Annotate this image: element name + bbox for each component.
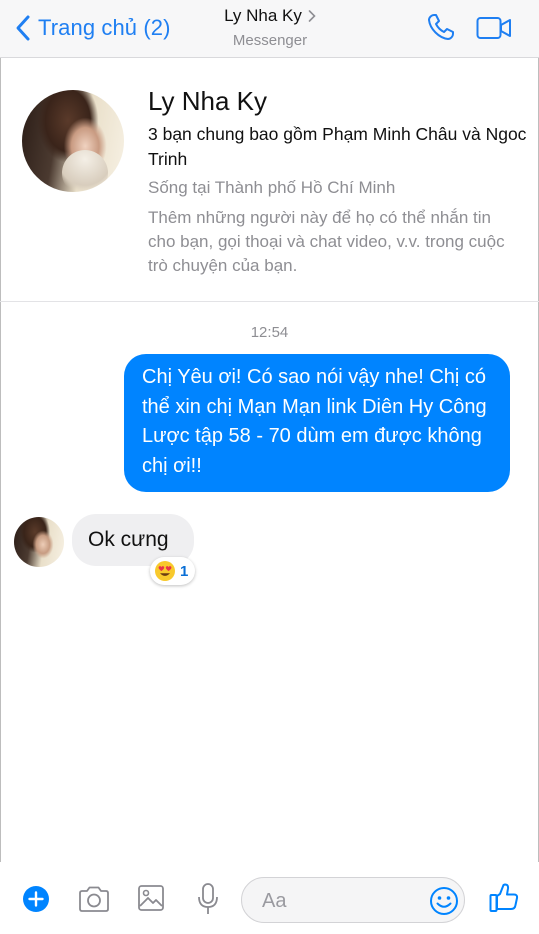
- mutual-friends-text: 3 bạn chung bao gồm Phạm Minh Châu và Ng…: [148, 124, 527, 169]
- message-timestamp: 12:54: [250, 324, 289, 341]
- incoming-message-text: Ok cưng: [88, 528, 169, 551]
- microphone-icon[interactable]: [196, 882, 220, 916]
- profile-name: Ly Nha Ky: [148, 86, 267, 116]
- camera-icon[interactable]: [77, 885, 111, 913]
- like-icon[interactable]: [488, 882, 520, 914]
- phone-icon[interactable]: [426, 12, 456, 42]
- lives-in-text: Sống tại Thành phố Hồ Chí Minh: [148, 178, 396, 197]
- chevron-right-icon: [308, 10, 316, 22]
- message-input-container[interactable]: [241, 877, 465, 923]
- gallery-icon[interactable]: [137, 884, 165, 912]
- heart-eyes-emoji-icon: [155, 561, 175, 581]
- reaction-count: 1: [180, 562, 189, 580]
- profile-hint-text: Thêm những người này để họ có thể nhắn t…: [148, 208, 505, 275]
- contact-avatar[interactable]: [22, 90, 124, 192]
- back-button[interactable]: Trang chủ (2): [14, 12, 171, 44]
- contact-name: Ly Nha Ky: [224, 6, 302, 25]
- conversation-title-area[interactable]: Ly Nha Ky Messenger: [190, 6, 350, 49]
- sender-avatar[interactable]: [14, 517, 64, 567]
- message-reaction[interactable]: 1: [150, 557, 196, 585]
- conversation-header: Trang chủ (2) Ly Nha Ky Messenger: [0, 0, 539, 58]
- outgoing-message-bubble[interactable]: Chị Yêu ơi! Có sao nói vậy nhe! Chị có t…: [124, 354, 510, 492]
- contact-profile-card: Ly Nha Ky 3 bạn chung bao gồm Phạm Minh …: [0, 58, 539, 302]
- message-input[interactable]: [260, 887, 414, 915]
- back-label: Trang chủ (2): [38, 15, 171, 40]
- message-composer: [0, 862, 539, 934]
- chevron-left-icon: [16, 15, 30, 41]
- app-subtitle: Messenger: [232, 32, 308, 49]
- video-call-icon[interactable]: [476, 15, 512, 41]
- plus-icon[interactable]: [22, 885, 50, 913]
- emoji-icon[interactable]: [429, 886, 459, 916]
